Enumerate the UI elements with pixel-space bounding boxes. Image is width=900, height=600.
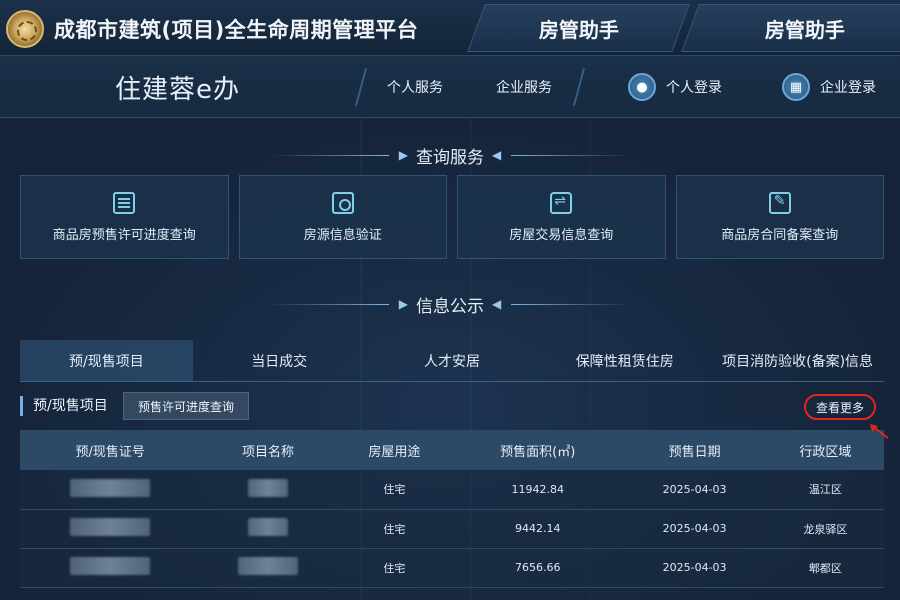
view-more-link[interactable]: 查看更多 — [803, 394, 876, 420]
helper-tab-label: 房管助手 — [765, 17, 845, 42]
info-section-heading: ▶ 信息公示 ◀ — [0, 292, 900, 317]
arrow-left-icon: ◀ — [492, 297, 502, 311]
brand[interactable]: 成都市建筑(项目)全生命周期管理平台 — [6, 9, 418, 49]
area-cell: 7656.66 — [453, 548, 623, 588]
login-label: 企业登录 — [820, 80, 876, 96]
arrow-right-icon: ▶ — [398, 148, 408, 162]
column-header: 房屋用途 — [335, 430, 453, 470]
redacted-license — [70, 518, 151, 536]
service-card-listing-verify[interactable]: 房源信息验证 — [238, 175, 447, 259]
service-label: 商品房预售许可进度查询 — [52, 227, 196, 243]
table-row[interactable]: 住宅 11942.84 2025-04-03 温江区 — [20, 470, 884, 510]
heading-line-right — [511, 303, 632, 305]
service-grid: 商品房预售许可进度查询 房源信息验证 房屋交易信息查询 商品房合同备案查询 — [20, 175, 884, 259]
district-cell: 郫都区 — [766, 548, 884, 588]
table-row[interactable]: 住宅 9442.14 2025-04-03 龙泉驿区 — [20, 509, 884, 549]
date-cell: 2025-04-03 — [622, 548, 767, 588]
service-label: 商品房合同备案查询 — [721, 227, 839, 243]
redacted-project — [238, 557, 299, 575]
panel-title: 预/现售项目 — [20, 396, 108, 416]
helper-tab-2[interactable]: 房管助手 — [681, 4, 900, 52]
personal-login-button[interactable]: ● 个人登录 — [628, 68, 722, 106]
heading-line-right — [511, 154, 632, 156]
document-list-icon — [113, 191, 136, 214]
column-header: 预售日期 — [622, 430, 767, 470]
date-cell: 2025-04-03 — [622, 470, 767, 510]
personal-service-link[interactable]: 个人服务 — [354, 68, 474, 106]
service-card-contract-filing[interactable]: 商品房合同备案查询 — [675, 175, 884, 259]
table-header-row: 预/现售证号 项目名称 房屋用途 预售面积(㎡) 预售日期 行政区域 — [20, 430, 884, 470]
search-document-icon — [331, 191, 354, 214]
column-header: 项目名称 — [200, 430, 336, 470]
enterprise-service-link[interactable]: 企业服务 — [464, 68, 586, 106]
enterprise-login-button[interactable]: ▦ 企业登录 — [782, 68, 876, 106]
login-label: 个人登录 — [666, 80, 722, 96]
table-row[interactable]: 住宅 7656.66 2025-04-03 郫都区 — [20, 548, 884, 588]
nav-link-label: 企业服务 — [496, 80, 552, 96]
user-icon: ● — [628, 73, 656, 101]
license-cell — [20, 548, 201, 588]
house-exchange-icon — [550, 191, 573, 214]
sub-title: 住建蓉e办 — [115, 74, 240, 105]
tab-presale-projects[interactable]: 预/现售项目 — [20, 340, 193, 381]
arrow-right-icon: ▶ — [398, 297, 408, 311]
platform-logo-icon — [6, 10, 44, 48]
redacted-project — [248, 518, 289, 536]
query-section-heading: ▶ 查询服务 ◀ — [0, 143, 900, 168]
section-title: 信息公示 — [416, 296, 484, 317]
license-cell — [20, 509, 201, 549]
presale-progress-button[interactable]: 预售许可进度查询 — [123, 392, 250, 420]
redacted-project — [248, 478, 289, 497]
heading-line-left — [268, 303, 389, 305]
district-cell: 龙泉驿区 — [766, 509, 884, 549]
tab-fire-acceptance[interactable]: 项目消防验收(备案)信息 — [711, 340, 884, 381]
top-header: 成都市建筑(项目)全生命周期管理平台 房管助手 房管助手 — [0, 0, 900, 56]
info-tabs: 预/现售项目 当日成交 人才安居 保障性租赁住房 项目消防验收(备案)信息 — [20, 340, 884, 382]
redacted-license — [70, 478, 151, 497]
column-header: 预售面积(㎡) — [453, 430, 623, 470]
arrow-left-icon: ◀ — [492, 148, 502, 162]
platform-title: 成都市建筑(项目)全生命周期管理平台 — [54, 18, 419, 42]
helper-tab-1[interactable]: 房管助手 — [467, 4, 690, 52]
column-header: 预/现售证号 — [20, 430, 201, 470]
project-cell — [200, 548, 336, 588]
house-edit-icon — [768, 191, 791, 214]
heading-line-left — [268, 154, 389, 156]
panel-bar: 预/现售项目 预售许可进度查询 查看更多 — [20, 392, 884, 422]
section-title: 查询服务 — [416, 147, 484, 168]
helper-tab-label: 房管助手 — [538, 17, 619, 42]
area-cell: 11942.84 — [453, 470, 623, 510]
building-icon: ▦ — [782, 73, 810, 101]
service-label: 房源信息验证 — [303, 227, 382, 243]
nav-bar: 住建蓉e办 个人服务 企业服务 ● 个人登录 ▦ 企业登录 — [0, 56, 900, 118]
service-card-transaction-query[interactable]: 房屋交易信息查询 — [457, 175, 666, 259]
usage-cell: 住宅 — [335, 548, 453, 588]
district-cell: 温江区 — [766, 470, 884, 510]
service-card-presale-progress[interactable]: 商品房预售许可进度查询 — [20, 175, 229, 259]
service-label: 房屋交易信息查询 — [509, 227, 614, 243]
nav-link-label: 个人服务 — [387, 80, 443, 96]
tab-daily-deals[interactable]: 当日成交 — [193, 340, 366, 381]
project-cell — [200, 470, 336, 510]
date-cell: 2025-04-03 — [622, 509, 767, 549]
annotation-arrow-icon — [870, 424, 889, 439]
project-cell — [200, 509, 336, 549]
tab-affordable-rental[interactable]: 保障性租赁住房 — [538, 340, 711, 381]
license-cell — [20, 470, 201, 510]
usage-cell: 住宅 — [335, 470, 453, 510]
presale-table: 预/现售证号 项目名称 房屋用途 预售面积(㎡) 预售日期 行政区域 住宅 11… — [20, 430, 884, 588]
tab-talent-housing[interactable]: 人才安居 — [366, 340, 539, 381]
redacted-license — [70, 557, 151, 575]
area-cell: 9442.14 — [453, 509, 623, 549]
usage-cell: 住宅 — [335, 509, 453, 549]
